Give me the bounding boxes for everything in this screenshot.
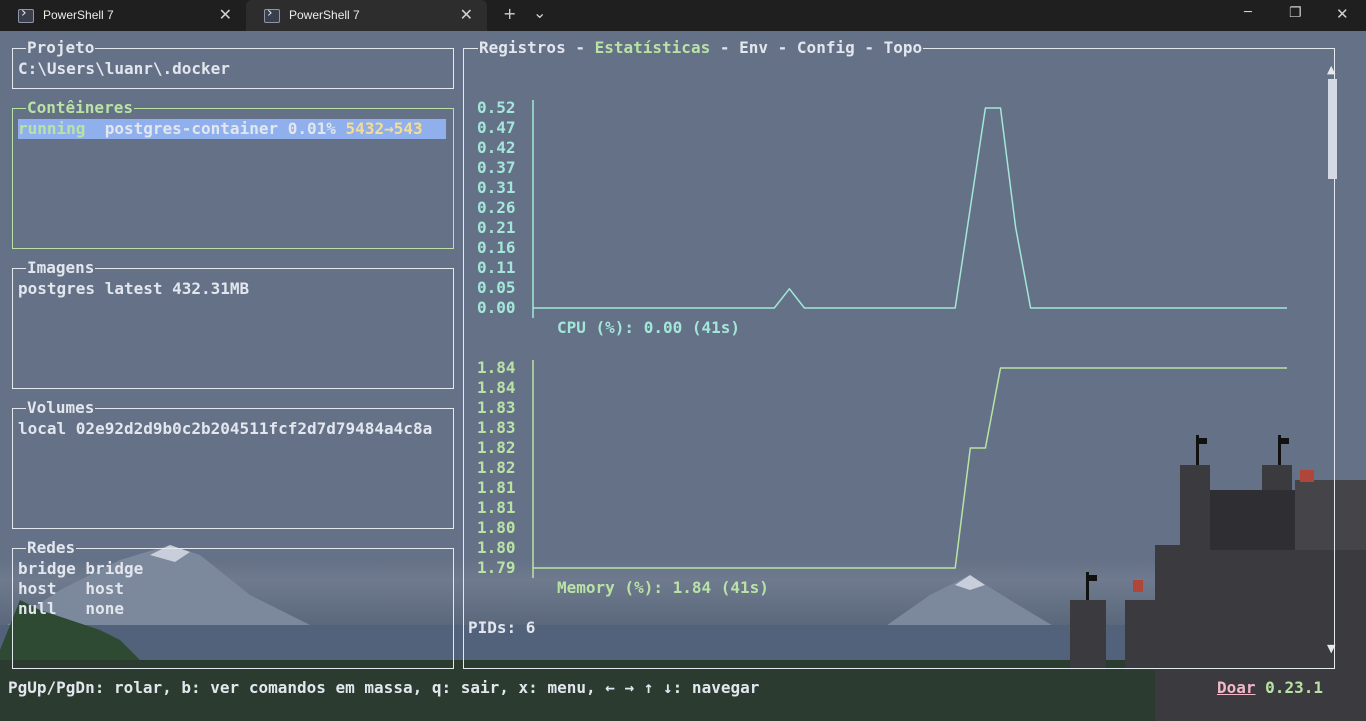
cpu-caption: CPU (%): 0.00 (41s) xyxy=(557,318,741,337)
networks-panel[interactable]: Redes bridge bridge host host null none xyxy=(12,539,454,669)
memory-y-tick-label: 1.79 xyxy=(477,558,516,577)
cpu-y-tick-label: 0.16 xyxy=(477,238,516,257)
stats-panel[interactable]: Registros - Estatísticas - Env - Config … xyxy=(463,39,1335,669)
pids-label: PIDs: 6 xyxy=(468,618,536,637)
memory-y-tick-label: 1.82 xyxy=(477,438,516,457)
cpu-y-tick-label: 0.00 xyxy=(477,298,516,317)
tab-powershell-1[interactable]: PowerShell 7 ✕ xyxy=(0,0,246,31)
cpu-y-tick-label: 0.21 xyxy=(477,218,516,237)
new-tab-button[interactable]: + xyxy=(503,4,516,23)
cpu-y-tick-label: 0.42 xyxy=(477,138,516,157)
container-row[interactable]: running postgres-container 0.01% 5432→54… xyxy=(18,119,446,139)
container-ports: 5432→543 xyxy=(345,119,423,138)
network-row[interactable]: bridge bridge xyxy=(18,559,143,579)
stats-tabs: Registros - Estatísticas - Env - Config … xyxy=(478,38,924,57)
donate-link[interactable]: Doar xyxy=(1217,678,1256,697)
cpu-y-tick-label: 0.37 xyxy=(477,158,516,177)
panel-title: Contêineres xyxy=(26,98,134,117)
window-titlebar: PowerShell 7 ✕ PowerShell 7 ✕ + ⌄ ─ ❐ ✕ xyxy=(0,0,1366,31)
memory-y-tick-label: 1.82 xyxy=(477,458,516,477)
images-panel[interactable]: Imagens postgres latest 432.31MB xyxy=(12,259,454,389)
memory-y-tick-label: 1.81 xyxy=(477,498,516,517)
version-info: Doar 0.23.1 xyxy=(1217,678,1323,698)
tab-env[interactable]: Env xyxy=(739,38,768,57)
panel-title: Projeto xyxy=(26,38,96,57)
terminal-icon xyxy=(264,5,280,23)
tab-separator: - xyxy=(768,38,797,57)
close-tab-icon[interactable]: ✕ xyxy=(460,5,473,24)
scroll-down-arrow-icon[interactable]: ▼ xyxy=(1327,642,1335,655)
memory-y-tick-label: 1.83 xyxy=(477,418,516,437)
memory-caption: Memory (%): 1.84 (41s) xyxy=(557,578,769,597)
tab-powershell-2[interactable]: PowerShell 7 ✕ xyxy=(246,0,487,31)
memory-y-tick-label: 1.84 xyxy=(477,378,516,397)
volume-row[interactable]: local 02e92d2d9b0c2b204511fcf2d7d79484a4… xyxy=(18,419,432,439)
panel-title: Imagens xyxy=(26,258,96,277)
maximize-button[interactable]: ❐ xyxy=(1289,5,1302,21)
tab-estatisticas[interactable]: Estatísticas xyxy=(595,38,711,57)
terminal-icon xyxy=(18,5,34,23)
tab-separator: - xyxy=(565,38,595,57)
tab-registros[interactable]: Registros xyxy=(479,38,566,57)
memory-y-tick-label: 1.81 xyxy=(477,478,516,497)
cpu-y-tick-label: 0.05 xyxy=(477,278,516,297)
network-row[interactable]: host host xyxy=(18,579,124,599)
cpu-y-tick-label: 0.52 xyxy=(477,98,516,117)
minimize-button[interactable]: ─ xyxy=(1244,5,1252,20)
version-number: 0.23.1 xyxy=(1265,678,1323,697)
tab-config[interactable]: Config xyxy=(797,38,855,57)
close-window-button[interactable]: ✕ xyxy=(1336,5,1349,23)
containers-panel[interactable]: Contêineres running postgres-container 0… xyxy=(12,99,454,249)
panel-title: Volumes xyxy=(26,398,96,417)
panel-title: Redes xyxy=(26,538,77,557)
cpu-y-tick-label: 0.26 xyxy=(477,198,516,217)
project-path: C:\Users\luanr\.docker xyxy=(18,59,230,78)
memory-y-tick-label: 1.80 xyxy=(477,538,516,557)
tab-label: PowerShell 7 xyxy=(43,8,114,22)
container-name: postgres-container xyxy=(104,119,279,138)
tab-separator: - xyxy=(854,38,884,57)
close-tab-icon[interactable]: ✕ xyxy=(219,5,232,24)
container-cpu: 0.01% xyxy=(287,119,336,138)
cpu-y-tick-label: 0.47 xyxy=(477,118,516,137)
volumes-panel[interactable]: Volumes local 02e92d2d9b0c2b204511fcf2d7… xyxy=(12,399,454,529)
help-bar: PgUp/PgDn: rolar, b: ver comandos em mas… xyxy=(8,678,760,697)
memory-y-tick-label: 1.84 xyxy=(477,358,516,377)
network-row[interactable]: null none xyxy=(18,599,124,619)
memory-y-tick-label: 1.83 xyxy=(477,398,516,417)
scrollbar-thumb[interactable] xyxy=(1328,79,1337,179)
tab-topo[interactable]: Topo xyxy=(884,38,923,57)
container-status: running xyxy=(18,119,86,138)
cpu-y-tick-label: 0.31 xyxy=(477,178,516,197)
scroll-up-arrow-icon[interactable]: ▲ xyxy=(1327,63,1335,76)
image-row[interactable]: postgres latest 432.31MB xyxy=(18,279,249,299)
tab-separator: - xyxy=(710,38,740,57)
project-panel[interactable]: Projeto C:\Users\luanr\.docker xyxy=(12,39,454,89)
cpu-y-tick-label: 0.11 xyxy=(477,258,516,277)
tab-label: PowerShell 7 xyxy=(289,8,360,22)
memory-y-tick-label: 1.80 xyxy=(477,518,516,537)
tab-dropdown-button[interactable]: ⌄ xyxy=(533,3,546,22)
